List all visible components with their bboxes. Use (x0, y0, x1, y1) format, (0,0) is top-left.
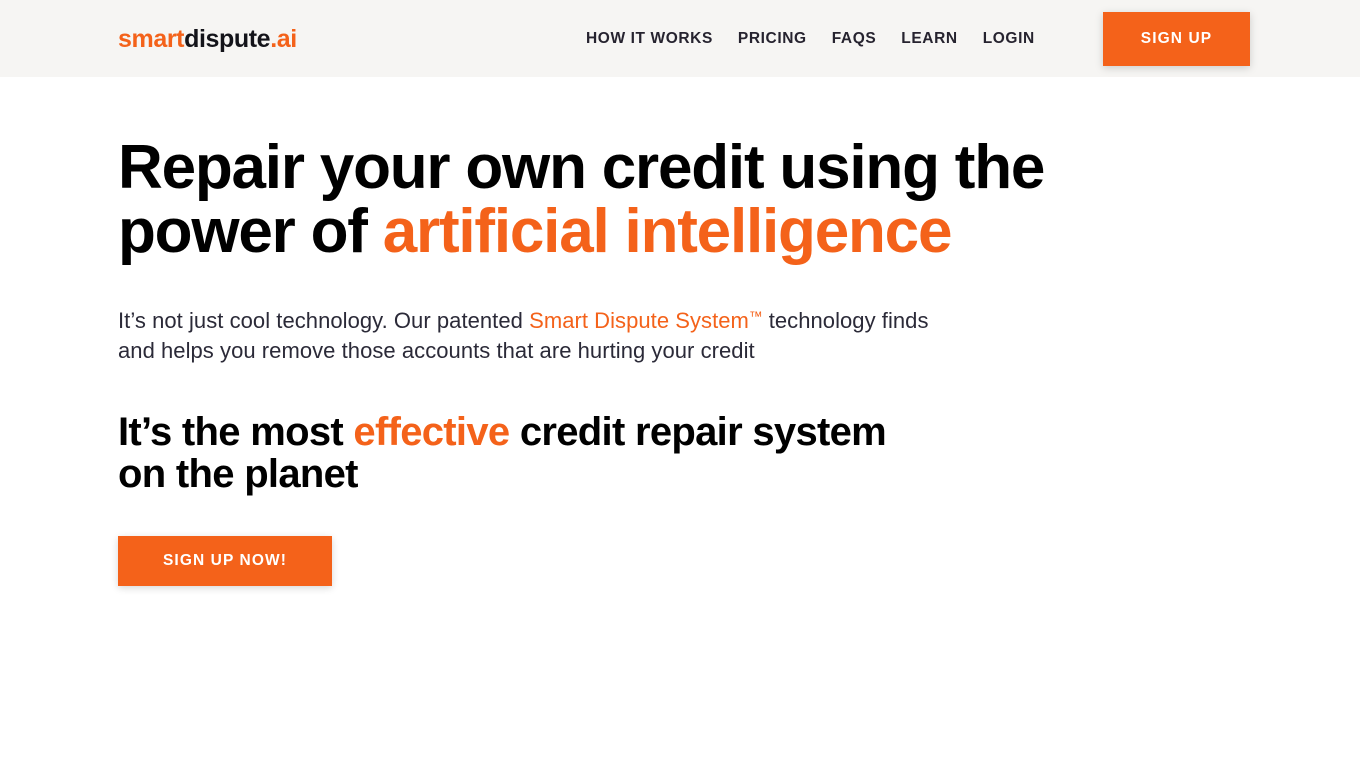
header-sign-up-button[interactable]: SIGN UP (1103, 12, 1250, 66)
main-navigation: HOW IT WORKS PRICING FAQS LEARN LOGIN (586, 28, 1035, 50)
nav-item-learn[interactable]: LEARN (901, 28, 957, 50)
hero-subheadline: It’s the most effective credit repair sy… (118, 411, 918, 495)
logo-text-dispute: dispute (184, 25, 271, 53)
hero-sign-up-now-button[interactable]: SIGN UP NOW! (118, 535, 332, 586)
hero-section: Repair your own credit using the power o… (0, 77, 1360, 586)
nav-item-how-it-works[interactable]: HOW IT WORKS (586, 28, 713, 50)
trademark-symbol: ™ (748, 309, 763, 324)
hero-headline: Repair your own credit using the power o… (118, 136, 1208, 264)
nav-item-pricing[interactable]: PRICING (738, 28, 807, 50)
logo-text-ai: .ai (270, 25, 297, 53)
hero-paragraph: It’s not just cool technology. Our paten… (118, 302, 963, 366)
logo-text-smart: smart (118, 25, 185, 53)
hero-paragraph-before-link: It’s not just cool technology. Our paten… (118, 307, 530, 333)
smart-dispute-system-link-label: Smart Dispute System (529, 307, 749, 333)
hero-subheadline-accent: effective (353, 409, 510, 454)
hero-subheadline-before-accent: It’s the most (118, 409, 354, 454)
nav-item-login[interactable]: LOGIN (983, 28, 1035, 50)
hero-headline-accent: artificial intelligence (382, 197, 953, 266)
site-logo[interactable]: smartdispute.ai (118, 25, 297, 53)
smart-dispute-system-link[interactable]: Smart Dispute System™ (529, 308, 762, 333)
site-header: smartdispute.ai HOW IT WORKS PRICING FAQ… (0, 0, 1360, 77)
nav-item-faqs[interactable]: FAQS (832, 28, 877, 50)
